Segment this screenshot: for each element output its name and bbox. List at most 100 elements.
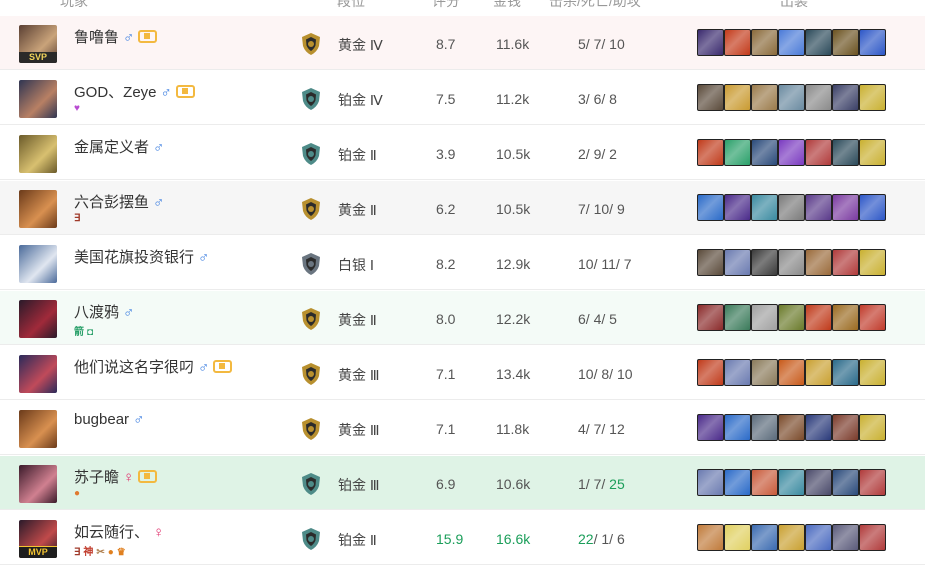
item-icon[interactable] <box>724 524 751 551</box>
item-icon[interactable] <box>859 414 886 441</box>
item-icon[interactable] <box>805 29 832 56</box>
player-name-text[interactable]: 他们说这名字很叼 <box>74 359 194 376</box>
player-name-text[interactable]: 苏子瞻 <box>74 469 119 486</box>
item-icon[interactable] <box>832 469 859 496</box>
item-icon[interactable] <box>697 469 724 496</box>
item-icon[interactable] <box>751 414 778 441</box>
table-row[interactable]: 美国花旗投资银行 ♂ 白银 Ⅰ 8.2 12.9k 10/ 11/ 7 <box>0 236 925 290</box>
item-icon[interactable] <box>778 139 805 166</box>
item-icon[interactable] <box>832 194 859 221</box>
item-icon[interactable] <box>859 304 886 331</box>
item-icon[interactable] <box>751 524 778 551</box>
item-icon[interactable] <box>724 414 751 441</box>
item-icon[interactable] <box>724 84 751 111</box>
player-name-text[interactable]: 金属定义者 <box>74 139 149 156</box>
item-icon[interactable] <box>724 249 751 276</box>
item-icon[interactable] <box>832 249 859 276</box>
item-icon[interactable] <box>697 304 724 331</box>
item-icon[interactable] <box>697 84 724 111</box>
item-icon[interactable] <box>859 469 886 496</box>
item-icon[interactable] <box>859 249 886 276</box>
item-icon[interactable] <box>859 524 886 551</box>
table-row[interactable]: GOD、Zeye ♂ ♥ 铂金 Ⅳ 7.5 11.2k 3/ 6/ 8 <box>0 71 925 125</box>
item-icon[interactable] <box>805 414 832 441</box>
item-icon[interactable] <box>697 249 724 276</box>
item-icon[interactable] <box>724 304 751 331</box>
item-icon[interactable] <box>697 414 724 441</box>
item-icon[interactable] <box>751 29 778 56</box>
item-icon[interactable] <box>805 84 832 111</box>
item-icon[interactable] <box>697 359 724 386</box>
item-icon[interactable] <box>778 524 805 551</box>
item-icon[interactable] <box>832 139 859 166</box>
table-row[interactable]: SVP 鲁噜鲁 ♂ 黄金 Ⅳ 8.7 11.6k 5/ 7/ 10 <box>0 16 925 70</box>
item-icon[interactable] <box>859 139 886 166</box>
player-name[interactable]: 如云随行、 ♀ <box>74 521 164 542</box>
item-icon[interactable] <box>697 524 724 551</box>
player-name[interactable]: 金属定义者 ♂ <box>74 136 164 157</box>
item-icon[interactable] <box>805 139 832 166</box>
item-icon[interactable] <box>778 249 805 276</box>
item-icon[interactable] <box>805 304 832 331</box>
item-icon[interactable] <box>751 304 778 331</box>
player-name[interactable]: 他们说这名字很叼 ♂ <box>74 356 233 377</box>
item-icon[interactable] <box>724 469 751 496</box>
player-name[interactable]: 八渡鸦 ♂ <box>74 301 134 322</box>
item-icon[interactable] <box>751 359 778 386</box>
table-row[interactable]: 苏子瞻 ♀ ● 铂金 Ⅲ 6.9 10.6k 1/ 7/ 25 <box>0 456 925 510</box>
item-icon[interactable] <box>805 469 832 496</box>
item-icon[interactable] <box>751 469 778 496</box>
table-row[interactable]: MVP 如云随行、 ♀ ∃ 神 ✂ ● ♛ 铂金 Ⅱ 15.9 16.6k 22/ 1/ 6 <box>0 511 925 565</box>
player-name-text[interactable]: bugbear <box>74 411 129 428</box>
player-name-text[interactable]: 鲁噜鲁 <box>74 29 119 46</box>
item-icon[interactable] <box>832 414 859 441</box>
item-icon[interactable] <box>751 139 778 166</box>
table-row[interactable]: 六合彭摆鱼 ♂ ∃ 黄金 Ⅱ 6.2 10.5k 7/ 10/ 9 <box>0 181 925 235</box>
table-row[interactable]: 金属定义者 ♂ 铂金 Ⅱ 3.9 10.5k 2/ 9/ 2 <box>0 126 925 180</box>
player-name-text[interactable]: GOD、Zeye <box>74 84 157 101</box>
player-name-text[interactable]: 六合彭摆鱼 <box>74 194 149 211</box>
item-icon[interactable] <box>805 249 832 276</box>
player-name[interactable]: 美国花旗投资银行 ♂ <box>74 246 209 267</box>
item-icon[interactable] <box>697 194 724 221</box>
table-row[interactable]: bugbear ♂ 黄金 Ⅲ 7.1 11.8k 4/ 7/ 12 <box>0 401 925 455</box>
item-icon[interactable] <box>859 359 886 386</box>
item-icon[interactable] <box>778 84 805 111</box>
item-icon[interactable] <box>751 249 778 276</box>
player-name[interactable]: 鲁噜鲁 ♂ <box>74 26 158 47</box>
table-row[interactable]: 他们说这名字很叼 ♂ 黄金 Ⅲ 7.1 13.4k 10/ 8/ 10 <box>0 346 925 400</box>
item-icon[interactable] <box>859 194 886 221</box>
item-icon[interactable] <box>832 359 859 386</box>
player-name-text[interactable]: 八渡鸦 <box>74 304 119 321</box>
item-icon[interactable] <box>751 194 778 221</box>
table-row[interactable]: 八渡鸦 ♂ 箭 ◘ 黄金 Ⅱ 8.0 12.2k 6/ 4/ 5 <box>0 291 925 345</box>
item-icon[interactable] <box>805 194 832 221</box>
item-icon[interactable] <box>778 29 805 56</box>
item-icon[interactable] <box>697 139 724 166</box>
item-icon[interactable] <box>724 29 751 56</box>
item-icon[interactable] <box>805 524 832 551</box>
item-icon[interactable] <box>832 84 859 111</box>
item-icon[interactable] <box>859 29 886 56</box>
item-icon[interactable] <box>778 359 805 386</box>
player-name[interactable]: GOD、Zeye ♂ <box>74 81 195 102</box>
item-icon[interactable] <box>724 194 751 221</box>
item-icon[interactable] <box>778 304 805 331</box>
item-icon[interactable] <box>832 524 859 551</box>
item-icon[interactable] <box>751 84 778 111</box>
item-icon[interactable] <box>724 359 751 386</box>
item-icon[interactable] <box>778 414 805 441</box>
player-name-text[interactable]: 美国花旗投资银行 <box>74 249 194 266</box>
item-icon[interactable] <box>778 469 805 496</box>
player-name[interactable]: 苏子瞻 ♀ <box>74 466 158 487</box>
item-icon[interactable] <box>778 194 805 221</box>
player-name[interactable]: 六合彭摆鱼 ♂ <box>74 191 164 212</box>
item-icon[interactable] <box>832 304 859 331</box>
item-icon[interactable] <box>805 359 832 386</box>
item-icon[interactable] <box>724 139 751 166</box>
item-icon[interactable] <box>859 84 886 111</box>
item-icon[interactable] <box>697 29 724 56</box>
player-name-text[interactable]: 如云随行、 <box>74 524 149 541</box>
player-name[interactable]: bugbear ♂ <box>74 411 144 428</box>
item-icon[interactable] <box>832 29 859 56</box>
